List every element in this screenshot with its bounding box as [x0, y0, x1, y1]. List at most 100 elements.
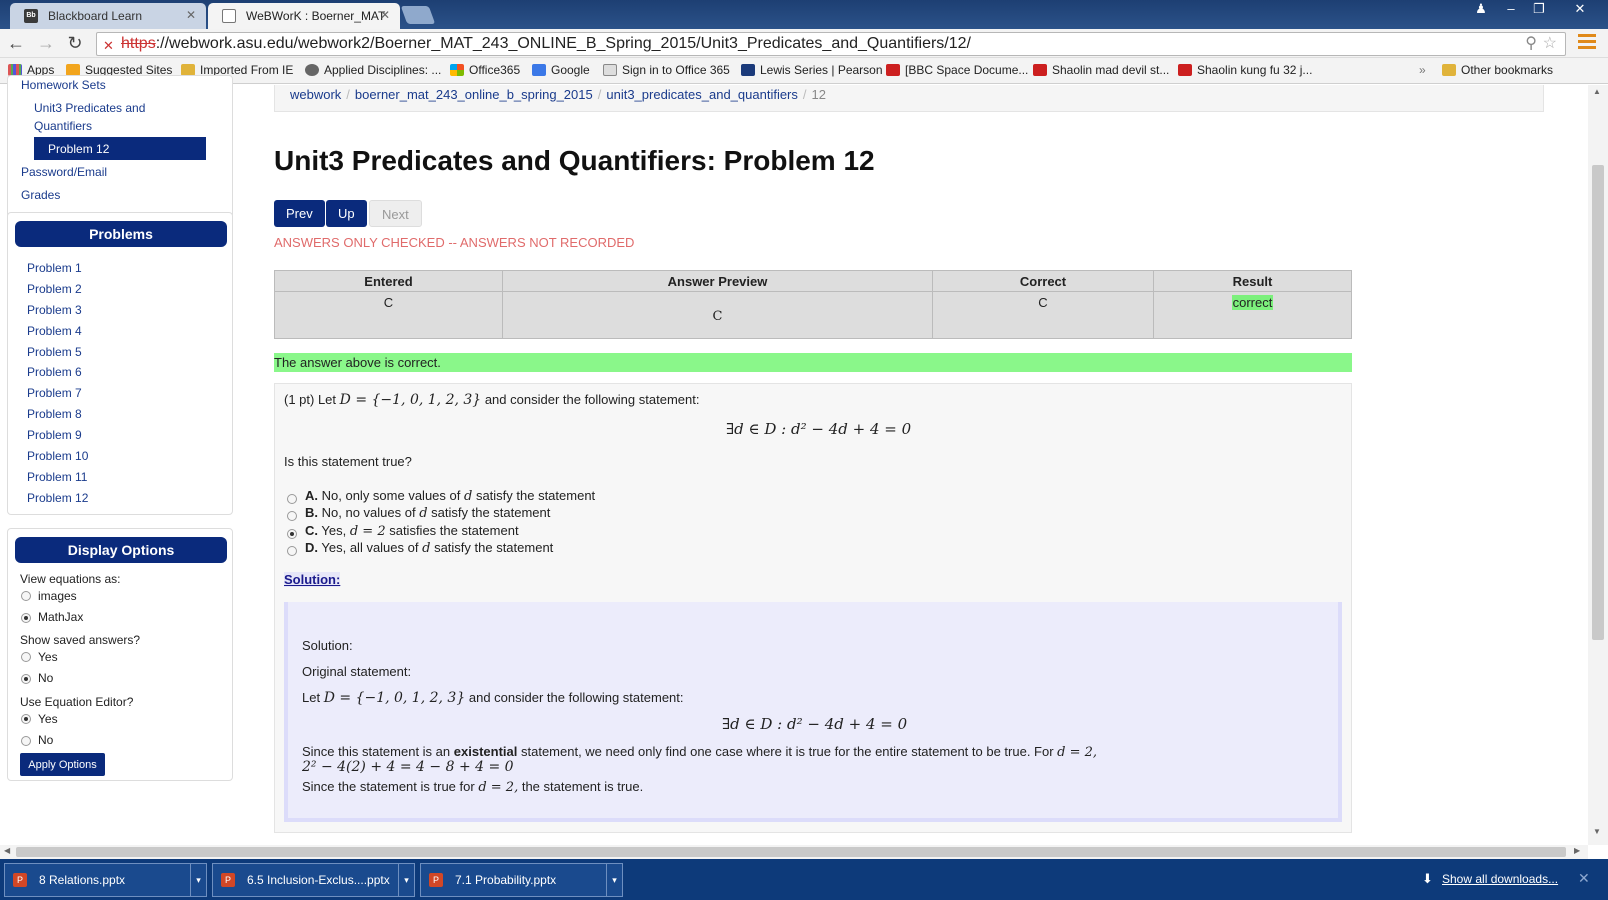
next-button[interactable]: Next [369, 200, 422, 227]
search-icon[interactable]: ⚲ [1525, 33, 1537, 55]
col-answer-preview: Answer Preview [502, 270, 933, 292]
correct-cell: C [932, 291, 1154, 339]
bookmark-bbc-space[interactable]: [BBC Space Docume... [886, 63, 1028, 77]
problem-link[interactable]: Problem 2 [27, 282, 82, 296]
minimize-icon[interactable]: – [1497, 0, 1525, 20]
youtube-icon [886, 64, 900, 76]
new-tab-button[interactable] [400, 6, 436, 24]
bookmark-office365-signin[interactable]: Sign in to Office 365 [603, 63, 730, 77]
bookmark-other-bookmarks[interactable]: Other bookmarks [1442, 63, 1553, 77]
problem-link[interactable]: Problem 3 [27, 303, 82, 317]
vertical-scrollbar[interactable]: ▲ ▼ [1588, 85, 1608, 845]
problem-link[interactable]: Problem 9 [27, 428, 82, 442]
breadcrumb-webwork[interactable]: webwork [290, 87, 341, 102]
bookmarks-bar: Apps Suggested Sites Imported From IE Ap… [0, 58, 1608, 84]
sidebar-grades[interactable]: Grades [21, 188, 60, 202]
result-cell: correct [1153, 291, 1352, 339]
solution-statement-equation: ∃d ∈ D : d² − 4d + 4 = 0 [722, 715, 908, 733]
solution-calculation: 2² − 4(2) + 4 = 4 − 8 + 4 = 0 [302, 759, 514, 775]
breadcrumb-course[interactable]: boerner_mat_243_online_b_spring_2015 [355, 87, 593, 102]
radio-images[interactable] [21, 591, 31, 601]
sidebar-set-link-line1[interactable]: Unit3 Predicates and [34, 101, 145, 115]
problem-link[interactable]: Problem 7 [27, 386, 82, 400]
radio-saved-yes[interactable] [21, 652, 31, 662]
scroll-down-arrow-icon[interactable]: ▼ [1593, 827, 1601, 836]
choice-a-radio[interactable] [287, 494, 297, 504]
close-downloads-icon[interactable]: ✕ [1578, 870, 1590, 887]
prev-button[interactable]: Prev [274, 200, 325, 227]
problem-link[interactable]: Problem 11 [27, 470, 87, 484]
download-menu-chevron-icon[interactable]: ▾ [606, 864, 622, 896]
powerpoint-icon: P [13, 873, 27, 887]
vertical-scroll-thumb[interactable] [1592, 165, 1604, 640]
restore-icon[interactable]: ❐ [1525, 0, 1553, 20]
radio-editor-no[interactable] [21, 736, 31, 746]
solution-toggle-link[interactable]: Solution: [284, 572, 341, 587]
download-item[interactable]: P 6.5 Inclusion-Exclus....pptx ▾ [212, 863, 415, 897]
sidebar-item-problem-12[interactable]: Problem 12 [34, 137, 206, 160]
problem-link[interactable]: Problem 10 [27, 449, 88, 463]
solution-panel: Solution: Original statement: Let D = {−… [284, 602, 1342, 822]
problem-body: (1 pt) Let D = {−1, 0, 1, 2, 3} and cons… [274, 383, 1352, 833]
problem-link[interactable]: Problem 4 [27, 324, 82, 338]
download-item[interactable]: P 7.1 Probability.pptx ▾ [420, 863, 623, 897]
forward-arrow-icon[interactable]: → [34, 32, 58, 56]
up-button[interactable]: Up [326, 200, 367, 227]
sidebar-password-email[interactable]: Password/Email [21, 165, 107, 179]
chrome-menu-icon[interactable] [1578, 34, 1596, 52]
radio-editor-yes[interactable] [21, 714, 31, 724]
close-tab-icon[interactable]: ✕ [380, 8, 390, 22]
display-options-header: Display Options [15, 537, 227, 563]
tab-webwork[interactable]: WeBWorK : Boerner_MAT ✕ [208, 3, 400, 29]
sidebar-homework-sets[interactable]: Homework Sets [21, 78, 106, 92]
bookmark-office365[interactable]: Office365 [450, 63, 520, 77]
problem-link[interactable]: Problem 8 [27, 407, 82, 421]
tab-blackboard[interactable]: Bb Blackboard Learn ✕ [10, 3, 206, 29]
powerpoint-icon: P [429, 873, 443, 887]
problem-link[interactable]: Problem 12 [27, 491, 88, 505]
back-arrow-icon[interactable]: ← [4, 32, 28, 56]
bookmark-star-icon[interactable]: ☆ [1543, 33, 1557, 55]
reload-icon[interactable]: ↻ [63, 32, 87, 56]
solution-explanation: Since this statement is an existential s… [302, 744, 1098, 760]
choice-c-radio[interactable] [287, 529, 297, 539]
problem-link[interactable]: Problem 1 [27, 261, 82, 275]
bookmark-shaolin-mad-devil[interactable]: Shaolin mad devil st... [1033, 63, 1169, 77]
browser-tab-strip: Bb Blackboard Learn ✕ WeBWorK : Boerner_… [0, 0, 1608, 29]
results-table: Entered Answer Preview Correct Result C … [274, 270, 1352, 339]
original-statement-label: Original statement: [302, 664, 412, 679]
bookmark-lewis-series[interactable]: Lewis Series | Pearson [741, 63, 883, 77]
download-item[interactable]: P 8 Relations.pptx ▾ [4, 863, 207, 897]
close-tab-icon[interactable]: ✕ [186, 8, 196, 22]
scroll-right-arrow-icon[interactable]: ▶ [1574, 846, 1580, 855]
close-window-icon[interactable]: ✕ [1560, 0, 1600, 20]
powerpoint-icon: P [221, 873, 235, 887]
set-definition: D = {−1, 0, 1, 2, 3} [339, 392, 482, 408]
problem-link[interactable]: Problem 5 [27, 345, 82, 359]
correct-message: The answer above is correct. [274, 353, 1352, 372]
problem-link[interactable]: Problem 6 [27, 365, 82, 379]
bookmark-applied-disciplines[interactable]: Applied Disciplines: ... [305, 63, 441, 77]
site-icon [305, 64, 319, 76]
address-bar[interactable]: ✕ https://webwork.asu.edu/webwork2/Boerne… [96, 32, 1566, 56]
radio-saved-no[interactable] [21, 674, 31, 684]
sidebar-set-link-line2[interactable]: Quantifiers [34, 119, 92, 133]
bookmark-shaolin-kung-fu[interactable]: Shaolin kung fu 32 j... [1178, 63, 1312, 77]
apply-options-button[interactable]: Apply Options [20, 753, 105, 776]
scroll-up-arrow-icon[interactable]: ▲ [1593, 87, 1601, 96]
horizontal-scrollbar[interactable]: ◀ ▶ [0, 845, 1588, 859]
col-entered: Entered [274, 270, 503, 292]
horizontal-scroll-thumb[interactable] [16, 847, 1566, 857]
bookmark-google[interactable]: Google [532, 63, 590, 77]
scroll-left-arrow-icon[interactable]: ◀ [4, 846, 10, 855]
choice-b-radio[interactable] [287, 511, 297, 521]
download-menu-chevron-icon[interactable]: ▾ [190, 864, 206, 896]
show-all-downloads-link[interactable]: Show all downloads... [1442, 872, 1558, 886]
download-menu-chevron-icon[interactable]: ▾ [398, 864, 414, 896]
radio-mathjax[interactable] [21, 613, 31, 623]
bookmarks-overflow-chevron-icon[interactable]: » [1419, 63, 1426, 77]
choice-d-radio[interactable] [287, 546, 297, 556]
user-icon[interactable]: ♟ [1467, 0, 1495, 20]
breadcrumb-set[interactable]: unit3_predicates_and_quantifiers [606, 87, 798, 102]
insecure-lock-icon[interactable]: ✕ [103, 35, 114, 57]
